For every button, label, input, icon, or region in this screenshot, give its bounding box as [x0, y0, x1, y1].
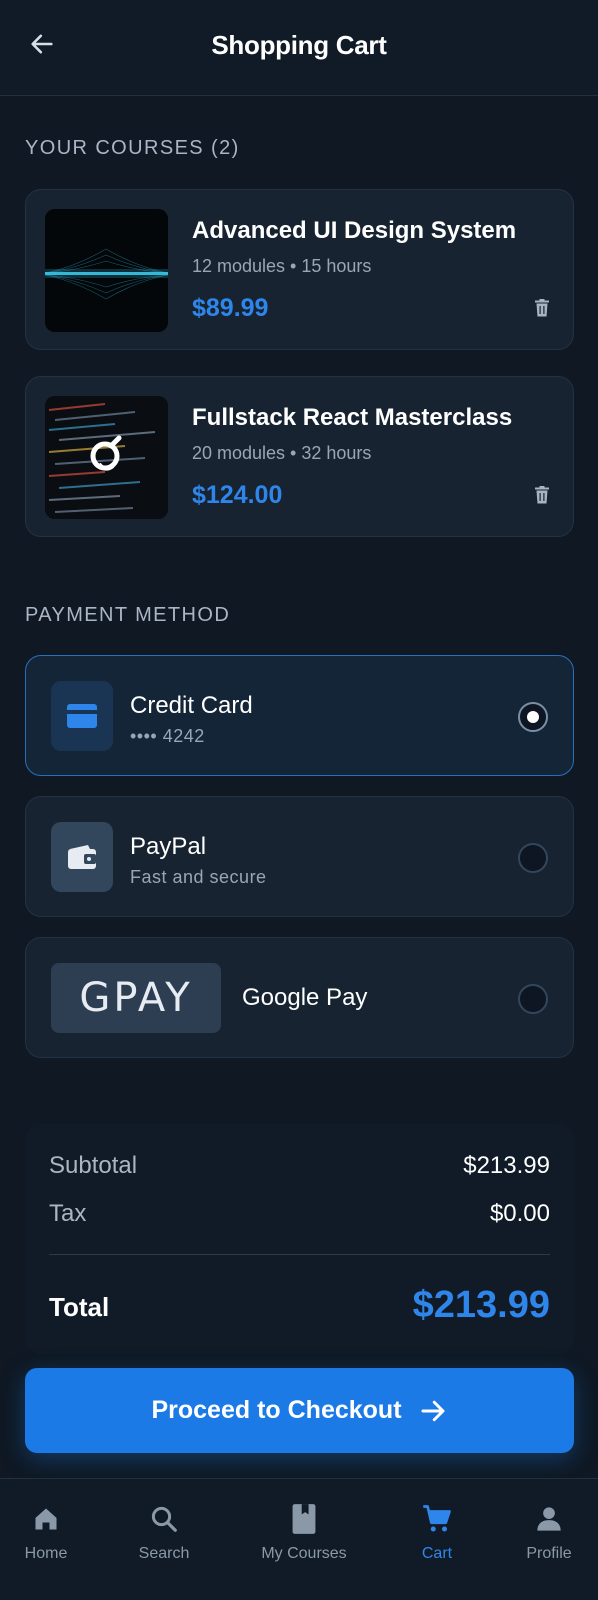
nav-label: Search — [138, 1545, 190, 1562]
credit-card-icon — [67, 704, 97, 728]
payment-name: PayPal — [130, 833, 207, 860]
course-price: $89.99 — [192, 294, 269, 322]
order-summary: Subtotal $213.99 Tax $0.00 Total $213.99 — [25, 1124, 574, 1354]
course-thumbnail — [45, 396, 168, 519]
nav-home[interactable]: Home — [0, 1479, 101, 1600]
arrow-right-icon — [421, 1400, 445, 1421]
remove-course-button[interactable] — [531, 296, 553, 320]
payment-section-label: PAYMENT METHOD — [25, 604, 231, 626]
trash-icon — [535, 486, 549, 504]
trash-icon — [535, 299, 549, 317]
nav-profile[interactable]: Profile — [494, 1479, 598, 1600]
subtotal-value: $213.99 — [463, 1152, 550, 1179]
course-price: $124.00 — [192, 481, 283, 509]
subtotal-label: Subtotal — [49, 1152, 138, 1179]
checkout-label: Proceed to Checkout — [151, 1396, 402, 1424]
wallet-icon-box — [51, 822, 113, 892]
nav-cart[interactable]: Cart — [382, 1479, 492, 1600]
wallet-icon — [68, 845, 96, 869]
course-thumbnail — [45, 209, 168, 332]
nav-my-courses[interactable]: My Courses — [249, 1479, 359, 1600]
tax-value: $0.00 — [489, 1200, 550, 1227]
book-icon — [292, 1504, 316, 1534]
payment-sub: •••• 4242 — [130, 726, 205, 746]
payment-radio[interactable] — [518, 843, 548, 873]
payment-name: Google Pay — [242, 984, 368, 1011]
payment-option-google-pay[interactable]: GPAY Google Pay — [25, 937, 574, 1058]
remove-course-button[interactable] — [531, 483, 553, 507]
bottom-navigation: Home Search My Courses Cart Profile — [0, 1478, 598, 1600]
payment-option-credit-card[interactable]: Credit Card •••• 4242 — [25, 655, 574, 776]
nav-label: Profile — [526, 1545, 572, 1562]
payment-option-paypal[interactable]: PayPal Fast and secure — [25, 796, 574, 917]
nav-label: My Courses — [261, 1545, 347, 1562]
payment-name: Credit Card — [130, 692, 253, 719]
total-value: $213.99 — [412, 1284, 550, 1326]
course-card[interactable]: Advanced UI Design System 12 modules • 1… — [25, 189, 574, 350]
payment-radio[interactable] — [518, 984, 548, 1014]
nav-label: Home — [24, 1545, 68, 1562]
payment-radio-selected[interactable] — [518, 702, 548, 732]
course-title: Advanced UI Design System — [192, 217, 517, 244]
summary-divider — [49, 1254, 550, 1255]
courses-section-label: YOUR COURSES (2) — [25, 137, 240, 159]
search-icon — [151, 1506, 177, 1532]
home-icon — [35, 1508, 57, 1530]
payment-sub: Fast and secure — [130, 867, 267, 887]
page-title: Shopping Cart — [211, 30, 387, 60]
total-label: Total — [49, 1292, 110, 1322]
top-app-bar: Shopping Cart — [0, 0, 598, 96]
tax-label: Tax — [49, 1200, 87, 1227]
nav-search[interactable]: Search — [109, 1479, 219, 1600]
cart-icon — [423, 1505, 451, 1532]
checkout-button[interactable]: Proceed to Checkout — [25, 1368, 574, 1453]
course-title: Fullstack React Masterclass — [192, 404, 513, 431]
nav-label: Cart — [421, 1545, 453, 1562]
google-pay-logo: GPAY — [51, 963, 221, 1033]
course-card[interactable]: Fullstack React Masterclass 20 modules •… — [25, 376, 574, 537]
course-meta: 12 modules • 15 hours — [192, 256, 372, 276]
credit-card-icon-box — [51, 681, 113, 751]
profile-icon — [537, 1507, 561, 1531]
course-meta: 20 modules • 32 hours — [192, 443, 372, 463]
